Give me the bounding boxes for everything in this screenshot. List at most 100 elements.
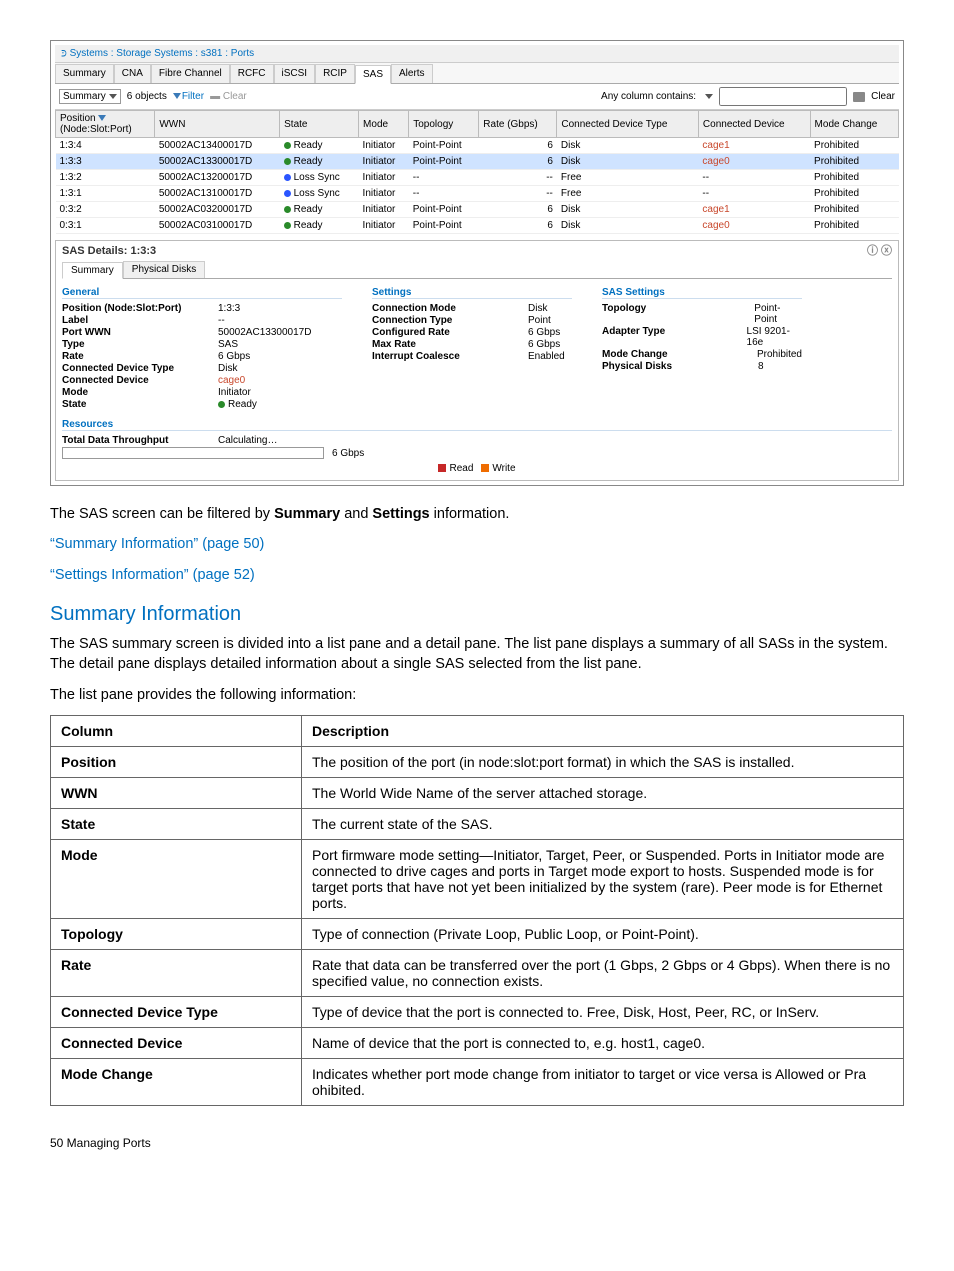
table-row[interactable]: 0:3:150002AC03100017DReadyInitiatorPoint… xyxy=(56,218,899,234)
kv-value: Point xyxy=(528,315,551,326)
kv-value: 50002AC13300017D xyxy=(218,327,311,338)
table-cell: -- xyxy=(409,170,479,186)
table-cell: Disk xyxy=(557,218,699,234)
doc-col-desc: Type of connection (Private Loop, Public… xyxy=(302,918,904,949)
table-cell: -- xyxy=(698,186,810,202)
any-column-label: Any column contains: xyxy=(601,91,696,102)
column-header[interactable]: Position (Node:Slot:Port) xyxy=(56,111,155,138)
column-header[interactable]: State xyxy=(280,111,359,138)
kv-key: Port WWN xyxy=(62,327,212,338)
tab-rcfc[interactable]: RCFC xyxy=(230,64,274,83)
table-cell: Prohibited xyxy=(810,154,898,170)
chevron-down-icon xyxy=(109,94,117,99)
kv-value: Point-Point xyxy=(754,303,802,325)
link-settings-info[interactable]: “Settings Information” (page 52) xyxy=(50,565,904,585)
kv-key: State xyxy=(62,399,212,410)
tab-rcip[interactable]: RCIP xyxy=(315,64,355,83)
search-input[interactable] xyxy=(719,87,847,106)
table-cell: 6 xyxy=(479,218,557,234)
table-cell: Point-Point xyxy=(409,202,479,218)
kv-value: 6 Gbps xyxy=(528,327,560,338)
table-cell: 1:3:4 xyxy=(56,138,155,154)
tab-alerts[interactable]: Alerts xyxy=(391,64,433,83)
column-header[interactable]: WWN xyxy=(155,111,280,138)
kv-row: Adapter TypeLSI 9201-16e xyxy=(602,326,802,348)
column-header[interactable]: Topology xyxy=(409,111,479,138)
outer-tabs: SummaryCNAFibre ChannelRCFCiSCSIRCIPSASA… xyxy=(55,63,899,84)
kv-key: Mode xyxy=(62,387,212,398)
table-cell: 6 xyxy=(479,154,557,170)
kv-row: StateReady xyxy=(62,399,342,410)
clear-right-link[interactable]: Clear xyxy=(871,91,895,102)
view-dropdown[interactable]: Summary xyxy=(59,89,121,104)
legend-write: Write xyxy=(481,463,515,474)
kv-key: Configured Rate xyxy=(372,327,522,338)
kv-key: Connected Device xyxy=(62,375,212,386)
kv-value: Prohibited xyxy=(757,349,802,360)
kv-key: Position (Node:Slot:Port) xyxy=(62,303,212,314)
table-cell: Initiator xyxy=(359,154,409,170)
doc-col-name: WWN xyxy=(51,777,302,808)
kv-row: Connection ModeDisk xyxy=(372,303,572,314)
table-cell: Disk xyxy=(557,202,699,218)
settings-heading: Settings xyxy=(372,287,572,299)
kv-value: Disk xyxy=(528,303,547,314)
kv-key: Topology xyxy=(602,303,748,325)
doc-table-row: StateThe current state of the SAS. xyxy=(51,808,904,839)
close-icon[interactable]: ⓧ xyxy=(881,245,892,257)
table-cell: cage0 xyxy=(698,218,810,234)
tab-iscsi[interactable]: iSCSI xyxy=(274,64,316,83)
tab-cna[interactable]: CNA xyxy=(114,64,151,83)
table-cell: Ready xyxy=(280,218,359,234)
table-cell: cage1 xyxy=(698,202,810,218)
table-cell: -- xyxy=(479,170,557,186)
tab-fibre-channel[interactable]: Fibre Channel xyxy=(151,64,230,83)
column-header[interactable]: Rate (Gbps) xyxy=(479,111,557,138)
table-row[interactable]: 1:3:450002AC13400017DReadyInitiatorPoint… xyxy=(56,138,899,154)
kv-key: Physical Disks xyxy=(602,361,752,372)
section-heading: Summary Information xyxy=(50,603,904,626)
table-cell: Initiator xyxy=(359,138,409,154)
table-cell: Loss Sync xyxy=(280,186,359,202)
table-cell: 1:3:1 xyxy=(56,186,155,202)
table-cell: Free xyxy=(557,170,699,186)
table-cell: 50002AC03100017D xyxy=(155,218,280,234)
column-header[interactable]: Connected Device Type xyxy=(557,111,699,138)
doc-table-row: PositionThe position of the port (in nod… xyxy=(51,746,904,777)
printer-icon[interactable] xyxy=(853,92,865,102)
table-cell: cage0 xyxy=(698,154,810,170)
table-cell: 6 xyxy=(479,138,557,154)
kv-value: Disk xyxy=(218,363,237,374)
kv-row: Rate6 Gbps xyxy=(62,351,342,362)
ports-table: Position (Node:Slot:Port)WWNStateModeTop… xyxy=(55,110,899,234)
column-header[interactable]: Mode Change xyxy=(810,111,898,138)
column-header[interactable]: Mode xyxy=(359,111,409,138)
object-count: 6 objects xyxy=(127,91,167,102)
doc-table-row: WWNThe World Wide Name of the server att… xyxy=(51,777,904,808)
tab-summary[interactable]: Summary xyxy=(55,64,114,83)
table-row[interactable]: 1:3:350002AC13300017DReadyInitiatorPoint… xyxy=(56,154,899,170)
table-row[interactable]: 0:3:250002AC03200017DReadyInitiatorPoint… xyxy=(56,202,899,218)
doc-table-row: Connected Device TypeType of device that… xyxy=(51,996,904,1027)
help-icon[interactable]: ⓘ xyxy=(867,245,878,257)
kv-row: Port WWN 50002AC13300017D xyxy=(62,327,342,338)
tab-sas[interactable]: SAS xyxy=(355,65,391,84)
kv-key: Interrupt Coalesce xyxy=(372,351,522,362)
filter-link[interactable]: Filter xyxy=(173,91,204,102)
resources-heading: Resources xyxy=(62,419,892,431)
doc-col-name: Mode Change xyxy=(51,1058,302,1105)
column-description-table: Column Description PositionThe position … xyxy=(50,715,904,1106)
clear-link[interactable]: ▬ Clear xyxy=(210,91,247,102)
table-row[interactable]: 1:3:250002AC13200017DLoss SyncInitiator-… xyxy=(56,170,899,186)
inner-tab-summary[interactable]: Summary xyxy=(62,262,123,279)
doc-col-name: Connected Device Type xyxy=(51,996,302,1027)
link-summary-info[interactable]: “Summary Information” (page 50) xyxy=(50,534,904,554)
table-row[interactable]: 1:3:150002AC13100017DLoss SyncInitiator-… xyxy=(56,186,899,202)
inner-tab-physical-disks[interactable]: Physical Disks xyxy=(123,261,205,278)
doc-col-desc: Indicates whether port mode change from … xyxy=(302,1058,904,1105)
th-description: Description xyxy=(302,715,904,746)
chevron-down-icon[interactable] xyxy=(705,94,713,99)
kv-key: Mode Change xyxy=(602,349,751,360)
kv-key: Adapter Type xyxy=(602,326,741,348)
column-header[interactable]: Connected Device xyxy=(698,111,810,138)
